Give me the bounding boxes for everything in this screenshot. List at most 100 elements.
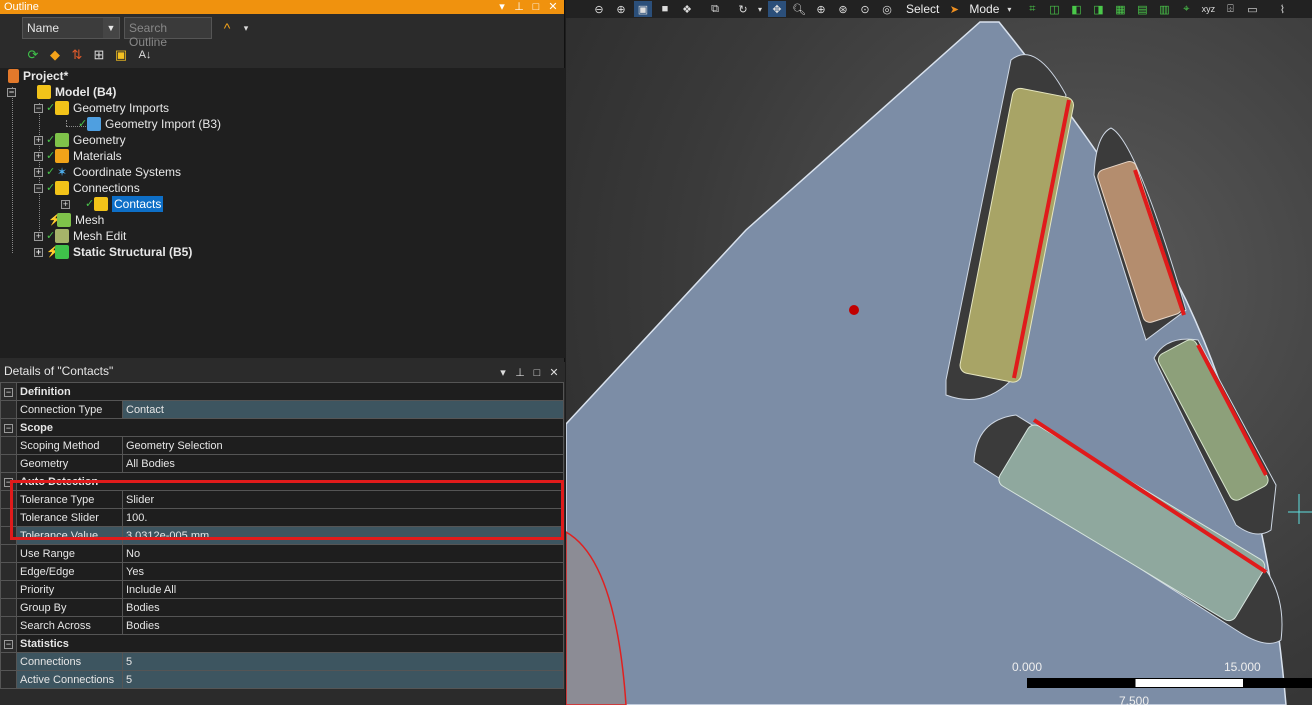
tree-item-project[interactable]: Project* [8, 68, 68, 84]
folder-icon[interactable]: ▣ [112, 46, 130, 64]
expand-icon[interactable]: + [61, 199, 70, 209]
select-element-face-icon[interactable]: ▤ [1133, 1, 1151, 17]
close-icon[interactable]: ✕ [548, 0, 558, 14]
tree-item-connections[interactable]: − ✓ Connections [34, 180, 140, 196]
group-row[interactable]: − Statistics [0, 634, 564, 653]
chevron-down-icon[interactable]: ▾ [242, 17, 250, 39]
prop-value[interactable]: Yes [122, 562, 564, 581]
prop-row[interactable]: Tolerance Type Slider [0, 490, 564, 509]
collapse-icon[interactable]: − [4, 387, 13, 397]
select-vertex-icon[interactable]: ⌗ [1023, 1, 1041, 17]
close-icon[interactable]: ✕ [549, 364, 559, 382]
prop-row[interactable]: Tolerance Slider 100. [0, 508, 564, 527]
tree-item-mesh-edit[interactable]: + ✓ Mesh Edit [34, 228, 126, 244]
prop-row[interactable]: Active Connections 5 [0, 670, 564, 689]
prop-value[interactable]: All Bodies [122, 454, 564, 473]
zoom-in-icon[interactable]: ⊕ [612, 1, 630, 17]
prop-row[interactable]: Priority Include All [0, 580, 564, 599]
prop-row[interactable]: Search Across Bodies [0, 616, 564, 635]
zoom-out-icon[interactable]: ⊖ [590, 1, 608, 17]
eraser-icon[interactable]: ◆ [46, 46, 64, 64]
tree-item-materials[interactable]: + ✓ Materials [34, 148, 122, 164]
tree-item-geometry-imports[interactable]: − ✓ Geometry Imports [34, 100, 169, 116]
chevron-down-icon[interactable]: ▾ [1005, 1, 1013, 17]
group-row[interactable]: − Definition [0, 382, 564, 401]
graphics-viewport[interactable]: ⊖ ⊕ ▣ ■ ❖ ⧉ ↻ ▾ ✥ 🔍︎ ⊕ ⊛ ⊙ ◎ Select ➤ Mo… [566, 0, 1312, 705]
mode-dropdown[interactable]: Mode [967, 2, 1001, 16]
refresh-icon[interactable]: ⟳ [24, 46, 42, 64]
prop-value[interactable]: Include All [122, 580, 564, 599]
pin-icon[interactable]: ⊥ [515, 364, 525, 382]
expand-icon[interactable]: + [34, 151, 43, 161]
model-scene[interactable] [566, 0, 1312, 705]
grid-icon[interactable]: ⊞ [90, 46, 108, 64]
tree-item-geometry-import[interactable]: ✓ Geometry Import (B3) [78, 116, 221, 132]
measure-icon[interactable]: ⌹ [1221, 1, 1239, 17]
zoom-fit-icon[interactable]: ⊛ [834, 1, 852, 17]
collapse-icon[interactable]: − [4, 639, 13, 649]
cube-icon[interactable]: ■ [656, 1, 674, 17]
tree-item-model[interactable]: − Model (B4) [7, 84, 116, 100]
cube-icon[interactable]: ▣ [634, 1, 652, 17]
prop-value[interactable]: Slider [122, 490, 564, 509]
expand-icon[interactable]: + [34, 247, 43, 257]
dropdown-icon[interactable]: ▾ [498, 364, 508, 382]
pan-icon[interactable]: ✥ [768, 1, 786, 17]
collapse-icon[interactable]: − [4, 477, 13, 487]
extend-icon[interactable]: ⌖ [1177, 1, 1195, 17]
collapse-up-icon[interactable]: ^ [216, 17, 238, 39]
xyz-icon[interactable]: xyz [1199, 1, 1217, 17]
sort-icon[interactable]: ⇅ [68, 46, 86, 64]
collapse-icon[interactable]: − [34, 103, 43, 113]
prop-row[interactable]: Edge/Edge Yes [0, 562, 564, 581]
select-face-icon[interactable]: ◧ [1067, 1, 1085, 17]
group-row[interactable]: − Scope [0, 418, 564, 437]
select-node-icon[interactable]: ▦ [1111, 1, 1129, 17]
prop-row[interactable]: Connection Type Contact [0, 400, 564, 419]
zoom-box-icon[interactable]: ⊕ [812, 1, 830, 17]
prop-value[interactable]: No [122, 544, 564, 563]
prop-value[interactable]: Geometry Selection [122, 436, 564, 455]
search-outline-input[interactable]: Search Outline [124, 17, 212, 49]
prop-row[interactable]: Use Range No [0, 544, 564, 563]
select-element-icon[interactable]: ▥ [1155, 1, 1173, 17]
collapse-icon[interactable]: − [7, 87, 16, 97]
comment-icon[interactable]: ▭ [1243, 1, 1261, 17]
graph-icon[interactable]: ⌇ [1273, 1, 1291, 17]
select-edge-icon[interactable]: ◫ [1045, 1, 1063, 17]
prop-row[interactable]: Connections 5 [0, 652, 564, 671]
sort-alpha-icon[interactable]: A↓ [134, 46, 156, 64]
tree-item-coordinate-systems[interactable]: + ✓ ✶ Coordinate Systems [34, 164, 181, 180]
zoom-fit-selected-icon[interactable]: ⊙ [856, 1, 874, 17]
select-label[interactable]: Select [904, 2, 941, 16]
select-body-icon[interactable]: ◨ [1089, 1, 1107, 17]
maximize-icon[interactable]: □ [531, 0, 541, 14]
rotate-icon[interactable]: ↻ [734, 1, 752, 17]
collapse-icon[interactable]: − [4, 423, 13, 433]
prop-value[interactable]: 100. [122, 508, 564, 527]
group-row[interactable]: − Auto Detection [0, 472, 564, 491]
collapse-icon[interactable]: − [34, 183, 43, 193]
maximize-icon[interactable]: □ [532, 364, 542, 382]
magnifier-icon[interactable]: ◎ [878, 1, 896, 17]
expand-icon[interactable]: + [34, 167, 43, 177]
tree-item-static-structural[interactable]: + ⚡ Static Structural (B5) [34, 244, 192, 260]
prop-value[interactable]: Bodies [122, 616, 564, 635]
tree-item-geometry[interactable]: + ✓ Geometry [34, 132, 126, 148]
dropdown-icon[interactable]: ▾ [497, 0, 507, 14]
prop-value[interactable]: Bodies [122, 598, 564, 617]
zoom-icon[interactable]: 🔍︎ [790, 1, 808, 17]
window-icon[interactable]: ⧉ [706, 1, 724, 17]
cursor-icon[interactable]: ➤ [945, 1, 963, 17]
prop-row[interactable]: Tolerance Value 3.0312e-005 mm [0, 526, 564, 545]
prop-value[interactable]: Contact [122, 400, 564, 419]
expand-icon[interactable]: + [34, 135, 43, 145]
pin-icon[interactable]: ⊥ [514, 0, 524, 14]
prop-row[interactable]: Scoping Method Geometry Selection [0, 436, 564, 455]
prop-row[interactable]: Group By Bodies [0, 598, 564, 617]
tree-item-contacts[interactable]: + ✓ Contacts [61, 196, 164, 212]
expand-icon[interactable]: + [34, 231, 43, 241]
prop-row[interactable]: Geometry All Bodies [0, 454, 564, 473]
chevron-down-icon[interactable]: ▾ [756, 1, 764, 17]
cubes-icon[interactable]: ❖ [678, 1, 696, 17]
